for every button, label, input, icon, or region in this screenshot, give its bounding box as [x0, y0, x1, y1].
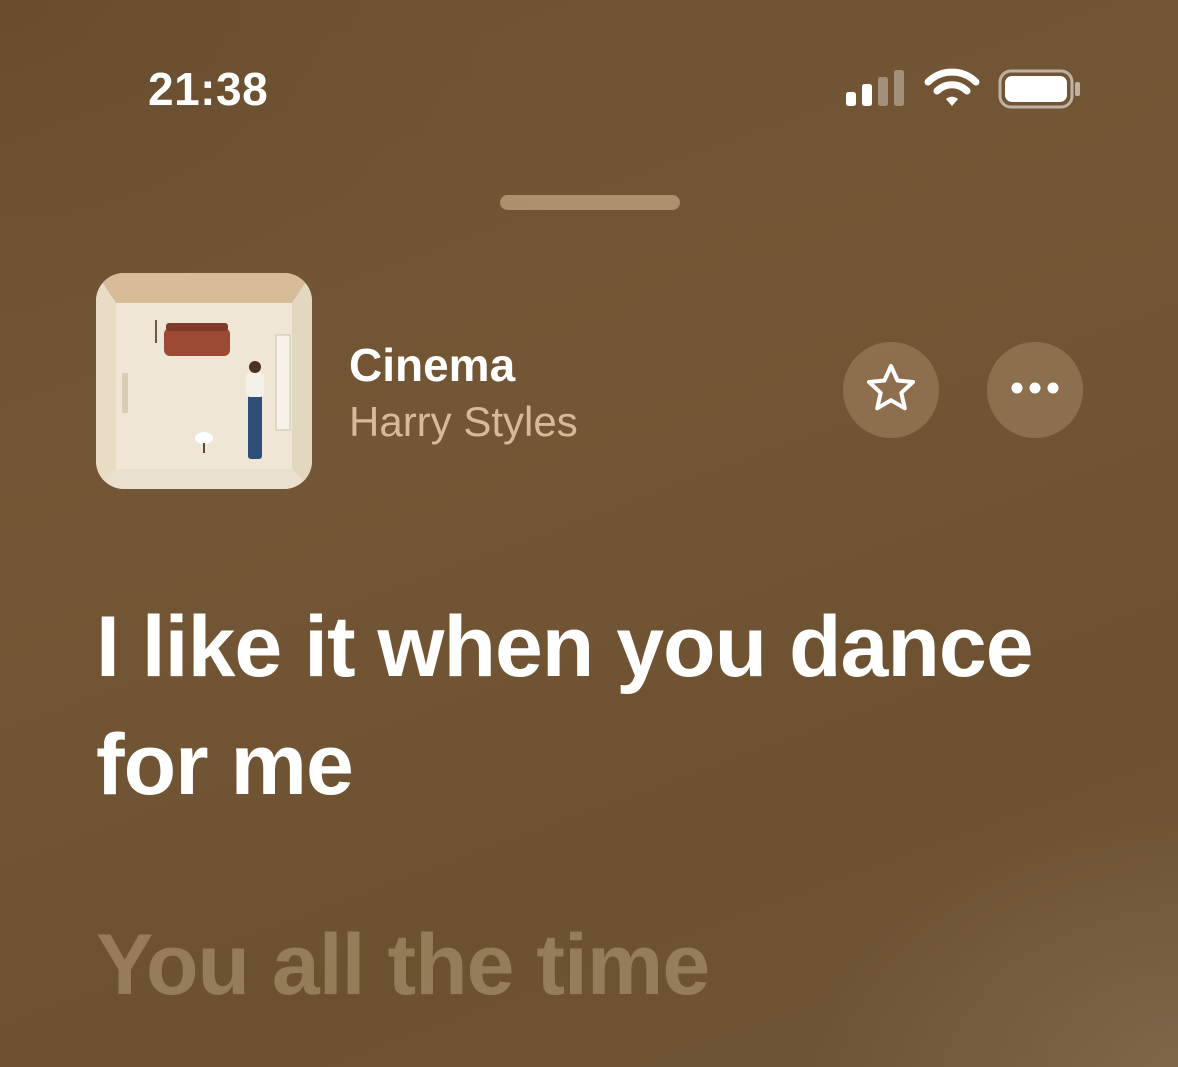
- wifi-icon: [924, 68, 980, 108]
- ellipsis-icon: [1009, 381, 1061, 400]
- sheet-grabber[interactable]: [500, 195, 680, 210]
- album-artwork[interactable]: [96, 273, 312, 489]
- favorite-button[interactable]: [843, 342, 939, 438]
- artist-name[interactable]: Harry Styles: [349, 398, 578, 446]
- next-lyric-line[interactable]: You all the time: [96, 906, 1096, 1024]
- song-title[interactable]: Cinema: [349, 338, 515, 392]
- star-icon: [865, 362, 917, 419]
- cellular-signal-icon: [846, 70, 906, 106]
- status-time: 21:38: [148, 63, 269, 115]
- more-options-button[interactable]: [987, 342, 1083, 438]
- current-lyric-line[interactable]: I like it when you dance for me: [96, 588, 1096, 824]
- battery-icon: [998, 69, 1082, 109]
